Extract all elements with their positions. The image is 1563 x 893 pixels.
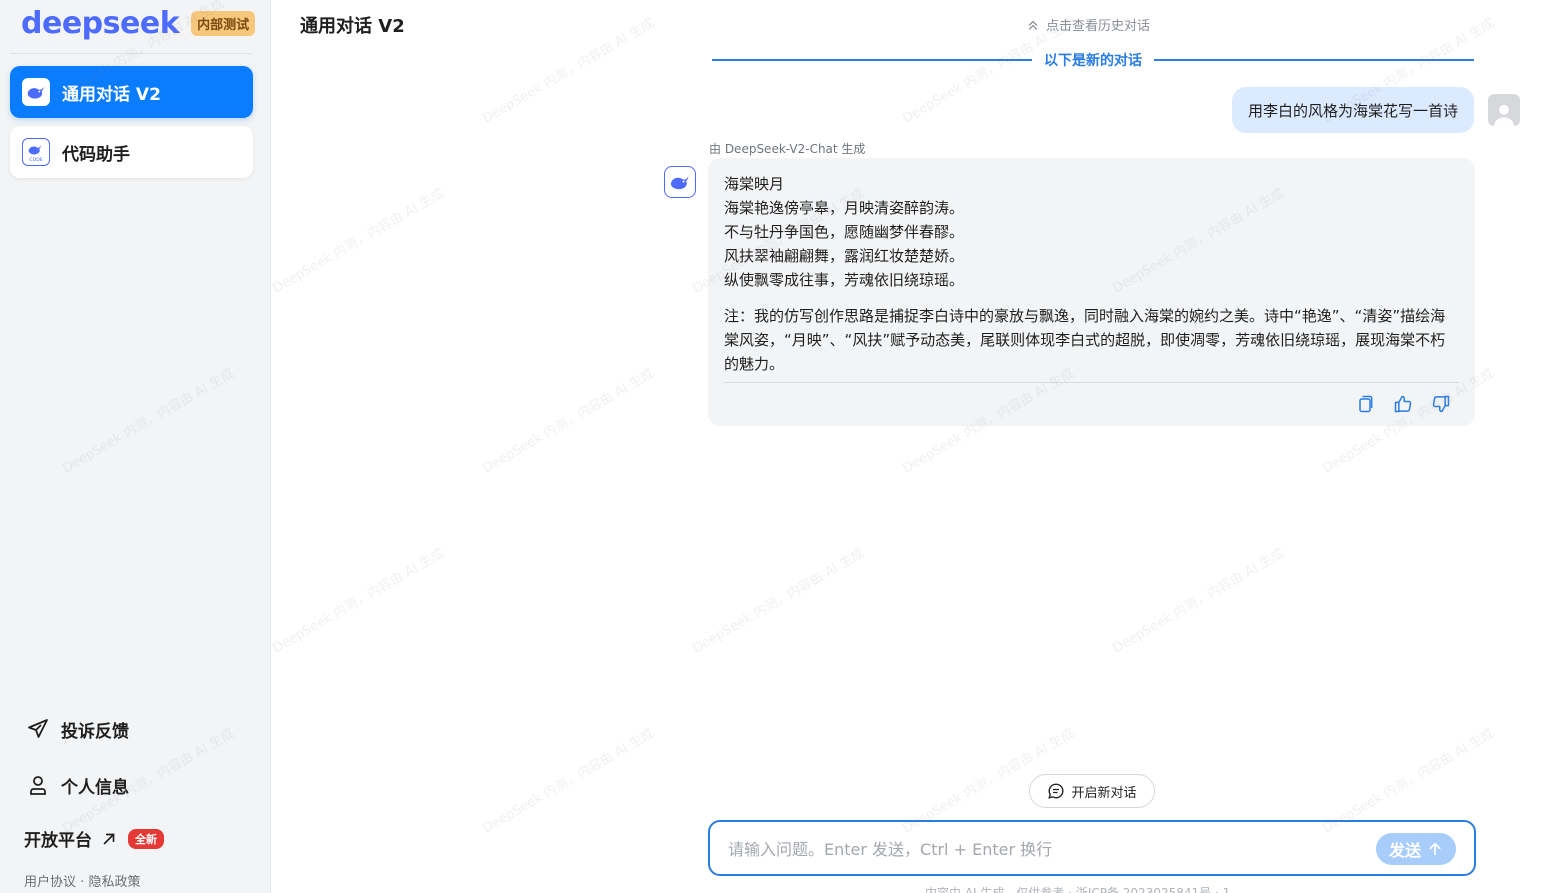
whale-icon (22, 78, 50, 106)
footer-note: 内容由 AI 生成，仅供参考 · 浙ICP备 2023025841号 · 1 (925, 886, 1231, 893)
divider-line-left (712, 59, 1032, 61)
open-platform-label: 开放平台 (24, 831, 92, 851)
external-arrow-icon (100, 830, 118, 848)
feedback-link[interactable]: 投诉反馈 (25, 716, 129, 742)
poem-title: 海棠映月 (724, 175, 785, 193)
sidebar-item-label: 代码助手 (62, 144, 130, 165)
sidebar-item-code-assistant[interactable]: CODE 代码助手 (10, 126, 253, 178)
sidebar-item-general-chat[interactable]: 通用对话 V2 (10, 66, 253, 118)
legal-links: 用户协议 · 隐私政策 (24, 871, 140, 890)
svg-text:CODE: CODE (29, 157, 42, 163)
poem-line: 不与牡丹争国色，愿随幽梦伴春醪。 (724, 223, 965, 241)
watermark: DeepSeek 内测，内容由 AI 生成 (690, 545, 867, 657)
page-title: 通用对话 V2 (300, 16, 405, 37)
chat-input-box: 发送 (708, 820, 1476, 876)
privacy-policy-link[interactable]: 隐私政策 (88, 875, 140, 890)
sidebar: deepseek 内部测试 通用对话 V2 CODE 代码助手 投诉反馈 个人信… (0, 0, 271, 893)
thumbs-down-icon[interactable] (1429, 392, 1453, 416)
new-conversation-divider: 以下是新的对话 (712, 48, 1474, 72)
arrow-up-icon (1429, 842, 1441, 856)
history-link-label: 点击查看历史对话 (1046, 19, 1151, 34)
divider-line-right (1154, 59, 1474, 61)
beta-badge: 内部测试 (191, 10, 256, 36)
feedback-label: 投诉反馈 (61, 721, 129, 742)
open-platform-link[interactable]: 开放平台 全新 (24, 826, 164, 851)
watermark: DeepSeek 内测，内容由 AI 生成 (1110, 545, 1287, 657)
poem-line: 海棠艳逸傍亭皋，月映清姿醉韵涛。 (724, 199, 965, 217)
whale-icon (670, 176, 689, 190)
poem-line: 纵使飘零成往事，芳魂依旧绕琼瑶。 (724, 271, 965, 289)
profile-label: 个人信息 (61, 777, 129, 798)
bot-avatar (664, 166, 696, 198)
send-label: 发送 (1388, 841, 1421, 860)
watermark: DeepSeek 内测，内容由 AI 生成 (270, 185, 447, 297)
profile-link[interactable]: 个人信息 (25, 772, 129, 798)
legal-separator: · (80, 875, 85, 890)
bot-message: 海棠映月 海棠艳逸傍亭皋，月映清姿醉韵涛。 不与牡丹争国色，愿随幽梦伴春醪。 风… (708, 158, 1475, 426)
sidebar-item-label: 通用对话 V2 (62, 84, 161, 105)
watermark: DeepSeek 内测，内容由 AI 生成 (480, 365, 657, 477)
chat-input[interactable] (728, 836, 1348, 862)
brand-logo[interactable]: deepseek (21, 6, 180, 41)
send-plane-icon (25, 716, 51, 742)
watermark: DeepSeek 内测，内容由 AI 生成 (270, 545, 447, 657)
generated-by-label: 由 DeepSeek-V2-Chat 生成 (709, 142, 866, 156)
send-button[interactable]: 发送 (1376, 833, 1456, 865)
poem-line: 风扶翠袖翩翩舞，露润红妆楚楚娇。 (724, 247, 965, 265)
divider-text: 以下是新的对话 (1044, 53, 1142, 69)
watermark: DeepSeek 内测，内容由 AI 生成 (480, 725, 657, 837)
new-badge: 全新 (128, 828, 164, 849)
new-chat-button[interactable]: 开启新对话 (1029, 774, 1155, 808)
message-actions (1353, 392, 1453, 416)
user-icon (25, 772, 51, 798)
user-agreement-link[interactable]: 用户协议 (24, 875, 76, 890)
message-divider (724, 382, 1459, 383)
generated-by-note: 由 DeepSeek-V2-Chat 生成 (709, 140, 865, 157)
watermark: DeepSeek 内测，内容由 AI 生成 (480, 15, 657, 127)
thumbs-up-icon[interactable] (1391, 392, 1415, 416)
poem-note: 注：我的仿写创作思路是捕捉李白诗中的豪放与飘逸，同时融入海棠的婉约之美。诗中“艳… (724, 307, 1446, 373)
sidebar-divider (10, 53, 252, 54)
chat-bubble-icon (1048, 783, 1064, 799)
new-chat-label: 开启新对话 (1071, 785, 1137, 801)
history-link[interactable]: 点击查看历史对话 (1026, 15, 1150, 34)
user-message: 用李白的风格为海棠花写一首诗 (1231, 87, 1474, 133)
brand: deepseek 内部测试 (21, 6, 256, 41)
whale-code-icon: CODE (22, 138, 50, 166)
user-avatar (1488, 94, 1520, 126)
copy-icon[interactable] (1353, 392, 1377, 416)
chevron-double-up-icon (1028, 20, 1038, 30)
